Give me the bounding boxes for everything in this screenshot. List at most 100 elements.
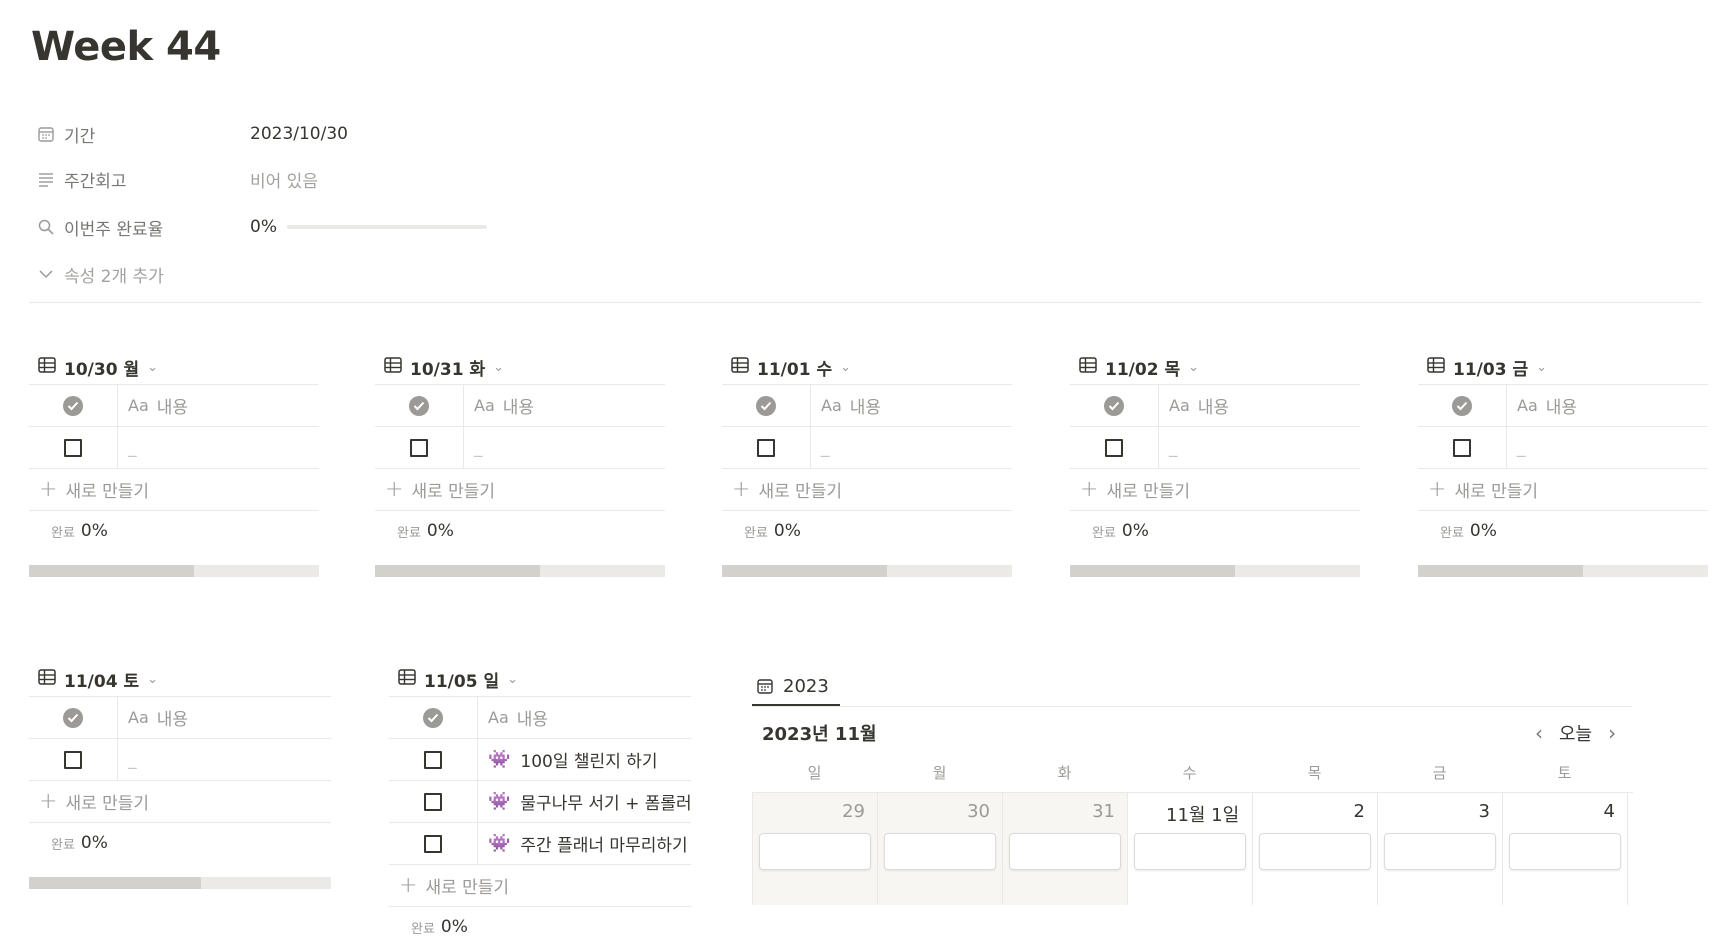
summary-label: 완료 <box>397 525 421 541</box>
summary-row: 완료 0% <box>389 906 691 947</box>
weekday-label: 일 <box>807 764 822 782</box>
calendar-day-cell[interactable]: 3 <box>1378 793 1503 905</box>
checkbox[interactable] <box>410 438 428 457</box>
board-header[interactable]: 11/03 금 ⌄ <box>1418 350 1708 384</box>
calendar-day-cell[interactable]: 30 <box>878 793 1003 905</box>
calendar-day-cell[interactable]: 2 <box>1253 793 1378 905</box>
chevron-down-icon[interactable]: ⌄ <box>493 360 504 375</box>
task-title[interactable]: 물구나무 서기 + 폼롤러 <box>520 789 691 814</box>
calendar-event-card[interactable] <box>884 833 996 870</box>
calendar-icon <box>756 677 774 695</box>
board-header[interactable]: 11/05 일 ⌄ <box>389 662 691 696</box>
summary-label: 완료 <box>51 525 75 541</box>
task-title[interactable]: 100일 챌린지 하기 <box>520 747 657 772</box>
summary-row: 완료 0% <box>29 510 319 551</box>
completion-progress-bar <box>286 225 487 229</box>
completion-value: 0% <box>250 217 277 237</box>
calendar-month-title: 2023년 11월 <box>762 724 877 745</box>
table-row[interactable]: _ <box>29 738 331 780</box>
table-row[interactable]: 👾 물구나무 서기 + 폼롤러 <box>389 780 691 822</box>
checkbox[interactable] <box>1105 438 1123 457</box>
new-row-button[interactable]: + 새로 만들기 <box>389 864 691 906</box>
checkbox[interactable] <box>1453 438 1471 457</box>
board-header[interactable]: 11/02 목 ⌄ <box>1070 350 1360 384</box>
task-title[interactable]: 주간 플래너 마무리하기 <box>520 831 687 856</box>
table-row[interactable]: _ <box>1070 426 1360 468</box>
day-table-board: 11/01 수 ⌄ Aa 내용 _ + 새로 만들기 완료 0% <box>722 350 1012 577</box>
table-row[interactable]: _ <box>375 426 665 468</box>
calendar-day-cell[interactable]: 29 <box>753 793 878 905</box>
table-header-row: Aa 내용 <box>29 384 319 426</box>
new-row-button[interactable]: + 새로 만들기 <box>722 468 1012 510</box>
checkbox[interactable] <box>757 438 775 457</box>
column-header-content[interactable]: 내용 <box>517 705 548 730</box>
chevron-down-icon[interactable]: ⌄ <box>147 672 158 687</box>
table-row[interactable]: _ <box>1418 426 1708 468</box>
summary-label: 완료 <box>1092 525 1116 541</box>
table-row[interactable]: _ <box>722 426 1012 468</box>
property-value[interactable]: 2023/10/30 <box>250 124 348 144</box>
board-header[interactable]: 11/01 수 ⌄ <box>722 350 1012 384</box>
chevron-left-icon[interactable]: ‹ <box>1525 721 1553 745</box>
today-button[interactable]: 오늘 <box>1559 720 1592 746</box>
calendar-day-cell[interactable]: 11월 1일 <box>1128 793 1253 905</box>
new-row-button[interactable]: + 새로 만들기 <box>375 468 665 510</box>
summary-value: 0% <box>1121 521 1149 541</box>
empty-cell[interactable]: _ <box>811 438 1012 458</box>
empty-cell[interactable]: _ <box>118 750 331 770</box>
chevron-right-icon[interactable]: › <box>1598 721 1626 745</box>
title-property-icon: Aa <box>128 708 149 727</box>
new-row-button[interactable]: + 새로 만들기 <box>1070 468 1360 510</box>
property-period[interactable]: 기간 2023/10/30 <box>36 118 636 150</box>
calendar-view-tab[interactable]: 2023 <box>756 668 829 704</box>
empty-cell[interactable]: _ <box>464 438 665 458</box>
new-row-label: 새로 만들기 <box>1106 482 1191 502</box>
column-header-content[interactable]: 내용 <box>1546 393 1577 418</box>
board-header[interactable]: 10/30 월 ⌄ <box>29 350 319 384</box>
calendar-event-card[interactable] <box>759 833 871 870</box>
property-value-empty[interactable]: 비어 있음 <box>250 167 318 192</box>
new-row-button[interactable]: + 새로 만들기 <box>29 468 319 510</box>
table-row[interactable]: _ <box>29 426 319 468</box>
empty-cell[interactable]: _ <box>118 438 319 458</box>
table-row[interactable]: 👾 100일 챌린지 하기 <box>389 738 691 780</box>
chevron-down-icon[interactable]: ⌄ <box>147 360 158 375</box>
column-header-content[interactable]: 내용 <box>157 393 188 418</box>
checkbox[interactable] <box>424 792 442 811</box>
board-header[interactable]: 10/31 화 ⌄ <box>375 350 665 384</box>
calendar-icon <box>36 124 56 144</box>
column-header-content[interactable]: 내용 <box>850 393 881 418</box>
weekday-label: 수 <box>1182 764 1197 782</box>
calendar-event-card[interactable] <box>1384 833 1496 870</box>
day-table-board: 11/03 금 ⌄ Aa 내용 _ + 새로 만들기 완료 0% <box>1418 350 1708 577</box>
property-name: 기간 <box>64 126 96 147</box>
day-number: 30 <box>967 801 990 822</box>
checkbox[interactable] <box>424 750 442 769</box>
calendar-day-cell[interactable]: 31 <box>1003 793 1128 905</box>
chevron-down-icon[interactable]: ⌄ <box>507 672 518 687</box>
calendar-event-card[interactable] <box>1009 833 1121 870</box>
calendar-event-card[interactable] <box>1509 833 1621 870</box>
property-weekly-review[interactable]: 주간회고 비어 있음 <box>36 163 636 195</box>
table-row[interactable]: 👾 주간 플래너 마무리하기 <box>389 822 691 864</box>
chevron-down-icon[interactable]: ⌄ <box>1188 360 1199 375</box>
empty-cell[interactable]: _ <box>1159 438 1360 458</box>
checkbox[interactable] <box>64 750 82 769</box>
add-more-properties-toggle[interactable]: 속성 2개 추가 <box>36 258 636 290</box>
new-row-button[interactable]: + 새로 만들기 <box>1418 468 1708 510</box>
column-header-content[interactable]: 내용 <box>157 705 188 730</box>
column-header-content[interactable]: 내용 <box>1198 393 1229 418</box>
calendar-event-card[interactable] <box>1134 833 1246 870</box>
checkbox[interactable] <box>424 834 442 853</box>
chevron-down-icon[interactable]: ⌄ <box>1536 360 1547 375</box>
chevron-down-icon[interactable]: ⌄ <box>840 360 851 375</box>
calendar-day-cell[interactable]: 4 <box>1503 793 1628 905</box>
empty-cell[interactable]: _ <box>1507 438 1708 458</box>
column-header-content[interactable]: 내용 <box>503 393 534 418</box>
new-row-button[interactable]: + 새로 만들기 <box>29 780 331 822</box>
checkbox[interactable] <box>64 438 82 457</box>
calendar-navigation: ‹ 오늘 › <box>1525 720 1626 746</box>
board-header[interactable]: 11/04 토 ⌄ <box>29 662 331 696</box>
calendar-event-card[interactable] <box>1259 833 1371 870</box>
property-completion-rate[interactable]: 이번주 완료율 0% <box>36 211 636 243</box>
